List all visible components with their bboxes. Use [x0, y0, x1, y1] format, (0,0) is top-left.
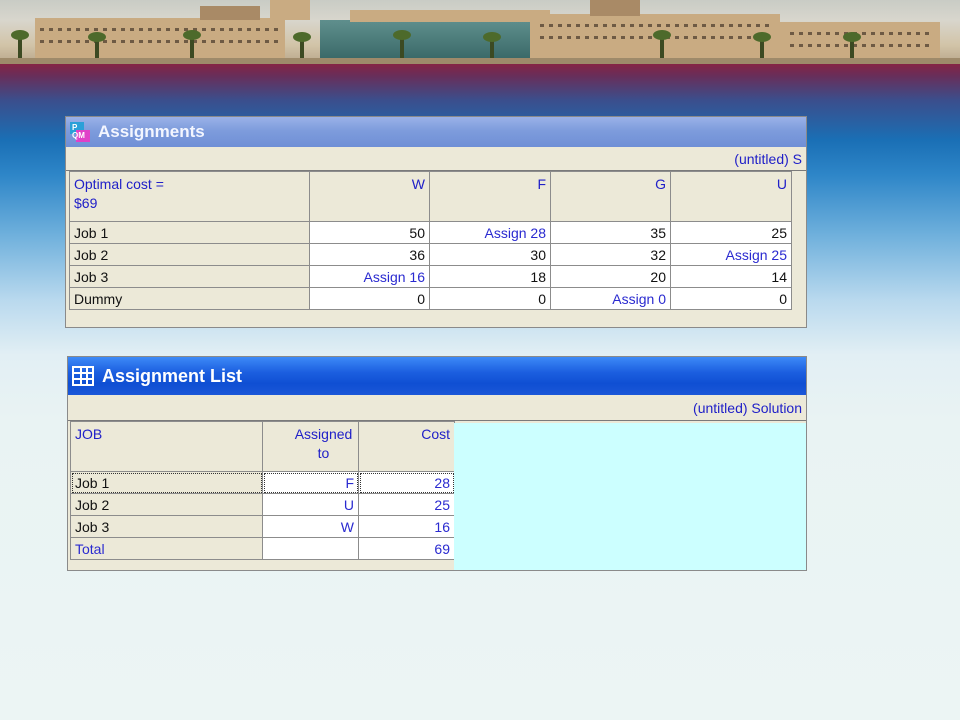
- building-right: [780, 22, 940, 58]
- grid-icon: [72, 366, 94, 386]
- row-label: Dummy: [69, 287, 310, 310]
- row-label: Job 3: [69, 265, 310, 288]
- cost-cell[interactable]: 30: [429, 243, 551, 266]
- row-label: Job 2: [69, 243, 310, 266]
- cost-cell[interactable]: 18: [429, 265, 551, 288]
- assigned-cell[interactable]: W: [262, 515, 359, 538]
- window-row: [40, 28, 280, 31]
- solution-title: (untitled) Solution: [68, 395, 806, 421]
- assign-cell[interactable]: Assign 0: [550, 287, 671, 310]
- column-header: G: [550, 171, 671, 222]
- cost-cell[interactable]: 0: [429, 287, 551, 310]
- table-row: Dummy 0 0 Assign 0 0: [69, 287, 792, 310]
- job-cell[interactable]: Job 3: [70, 515, 263, 538]
- building-tower-2: [590, 0, 640, 16]
- table-row: Job 2 36 30 32 Assign 25: [69, 243, 792, 266]
- assign-cell[interactable]: Assign 25: [670, 243, 792, 266]
- job-cell[interactable]: Job 2: [70, 493, 263, 516]
- assign-cell[interactable]: Assign 28: [429, 221, 551, 244]
- cost-cell[interactable]: 32: [550, 243, 671, 266]
- pom-qm-app-icon: P QM: [70, 122, 90, 142]
- window-row: [40, 40, 280, 43]
- building-roof: [350, 10, 550, 22]
- table-row: Job 3 W 16: [70, 515, 455, 538]
- assigned-cell[interactable]: F: [262, 471, 359, 494]
- building-block: [270, 0, 310, 20]
- assignment-list-window: Assignment List (untitled) Solution JOB …: [67, 356, 807, 571]
- window-row: [790, 44, 930, 47]
- total-cost-cell[interactable]: 69: [358, 537, 455, 560]
- assigned-cell[interactable]: U: [262, 493, 359, 516]
- empty-workspace: [454, 423, 806, 570]
- assignments-table: Optimal cost = $69 W F G U Job 1 50 Assig…: [69, 171, 792, 310]
- assignments-titlebar[interactable]: P QM Assignments: [66, 117, 806, 147]
- palm-tree: [843, 32, 861, 60]
- assignments-window: P QM Assignments (untitled) S Optimal cos…: [65, 116, 807, 328]
- cost-cell[interactable]: 16: [358, 515, 455, 538]
- column-header: U: [670, 171, 792, 222]
- assign-cell[interactable]: Assign 16: [309, 265, 430, 288]
- building-left: [35, 18, 285, 58]
- column-header: W: [309, 171, 430, 222]
- cost-cell[interactable]: 28: [358, 471, 455, 494]
- assignment-list-titlebar[interactable]: Assignment List: [68, 357, 806, 395]
- palm-tree: [653, 30, 671, 60]
- cost-cell[interactable]: 36: [309, 243, 430, 266]
- assigned-cell[interactable]: [262, 537, 359, 560]
- cost-cell[interactable]: 14: [670, 265, 792, 288]
- cost-cell[interactable]: 0: [309, 287, 430, 310]
- total-label: Total: [70, 537, 263, 560]
- palm-tree: [183, 30, 201, 60]
- window-title: Assignment List: [102, 365, 243, 386]
- palm-tree: [293, 32, 311, 60]
- column-header: Assigned to: [262, 421, 359, 472]
- building-tower: [200, 6, 260, 20]
- column-header: JOB: [70, 421, 263, 472]
- column-header: F: [429, 171, 551, 222]
- window-title: Assignments: [98, 122, 205, 141]
- ground: [0, 58, 960, 64]
- header-photo-banner: [0, 0, 960, 64]
- column-header: Cost: [358, 421, 455, 472]
- total-row: Total 69: [70, 537, 455, 560]
- assignment-list-table: JOB Assigned to Cost Job 1 F 28 Job 2 U 2…: [70, 421, 455, 560]
- palm-tree: [393, 30, 411, 60]
- palm-tree: [753, 32, 771, 60]
- table-row: Job 3 Assign 16 18 20 14: [69, 265, 792, 288]
- cost-cell[interactable]: 35: [550, 221, 671, 244]
- cost-cell[interactable]: 0: [670, 287, 792, 310]
- job-cell[interactable]: Job 1: [70, 471, 263, 494]
- cost-cell[interactable]: 50: [309, 221, 430, 244]
- table-row: Job 1 50 Assign 28 35 25: [69, 221, 792, 244]
- header-row: JOB Assigned to Cost: [70, 421, 455, 472]
- palm-tree: [483, 32, 501, 60]
- cost-cell[interactable]: 20: [550, 265, 671, 288]
- table-row: Job 1 F 28: [70, 471, 455, 494]
- optimal-cost-header: Optimal cost = $69: [69, 171, 310, 222]
- palm-tree: [11, 30, 29, 60]
- table-row: Job 2 U 25: [70, 493, 455, 516]
- solution-title: (untitled) S: [66, 147, 806, 171]
- cost-cell[interactable]: 25: [358, 493, 455, 516]
- palm-tree: [88, 32, 106, 60]
- window-row: [540, 24, 770, 27]
- header-row: Optimal cost = $69 W F G U: [69, 171, 792, 222]
- row-label: Job 1: [69, 221, 310, 244]
- cost-cell[interactable]: 25: [670, 221, 792, 244]
